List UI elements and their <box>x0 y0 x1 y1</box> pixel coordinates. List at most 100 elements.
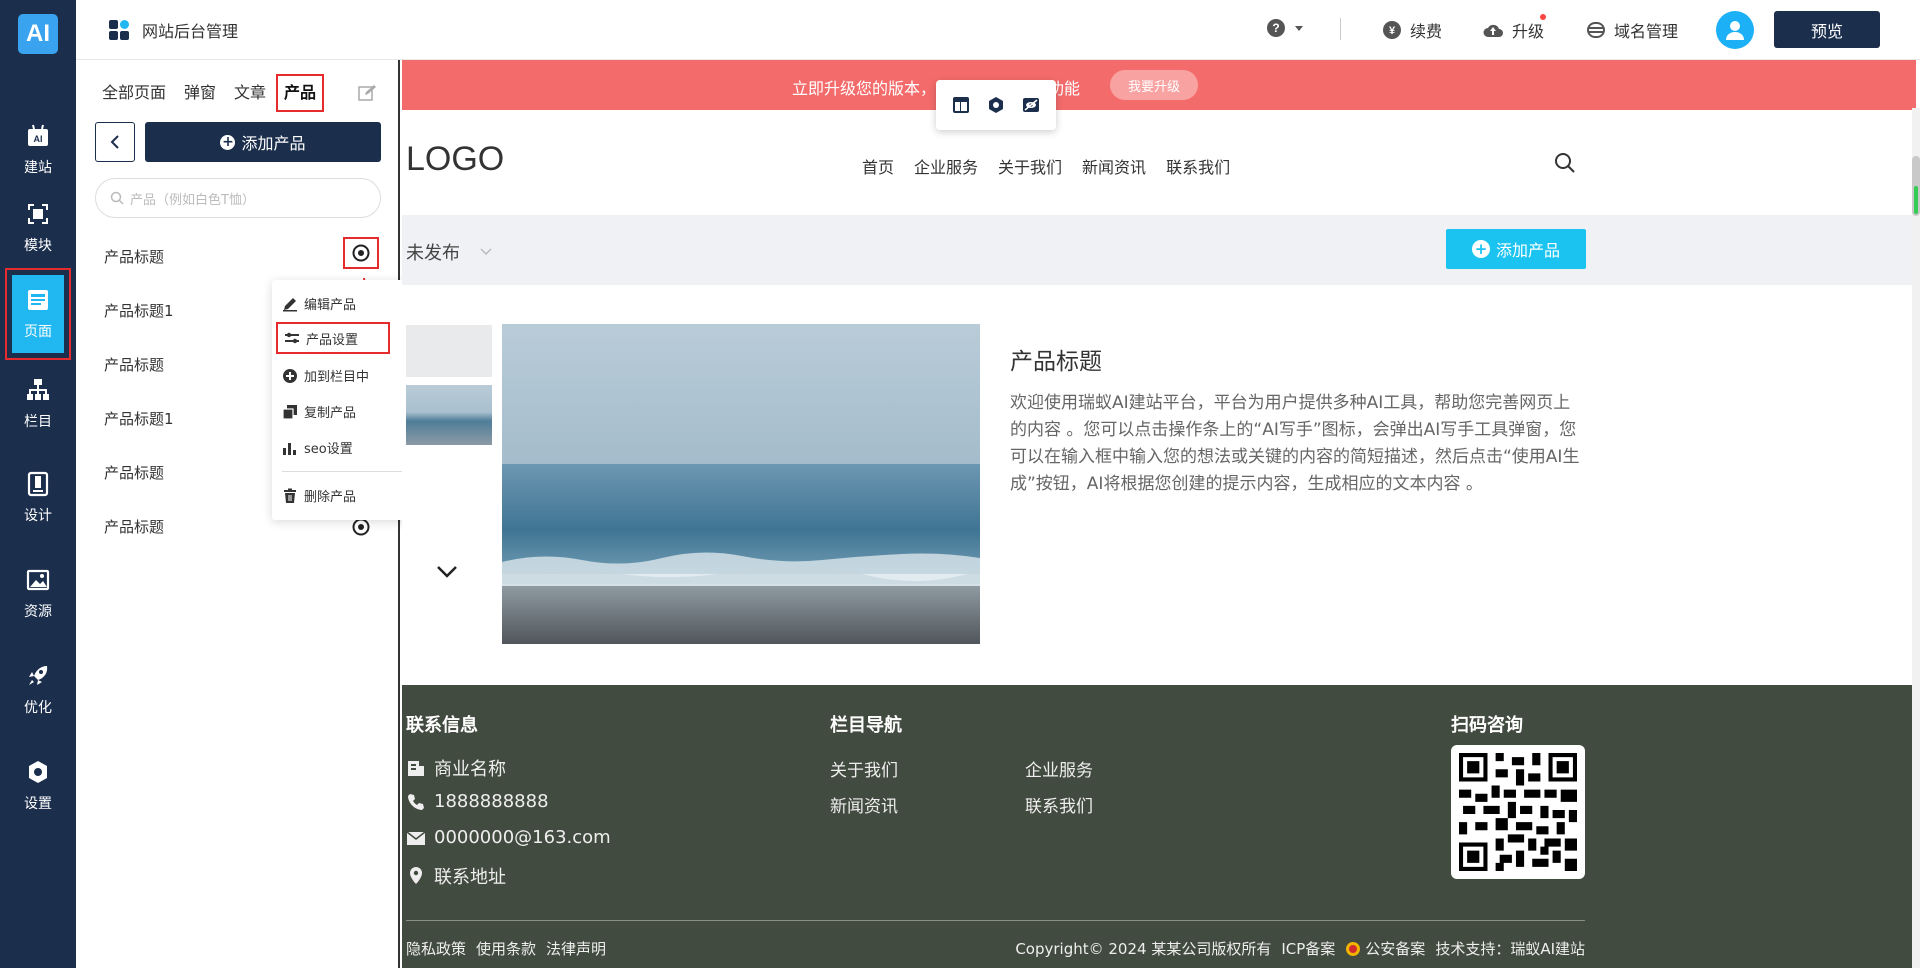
search-placeholder: 产品（例如白色T恤） <box>130 192 255 208</box>
chevron-down-icon[interactable] <box>436 565 458 579</box>
product-settings-trigger[interactable] <box>343 237 379 269</box>
footer-legal-link[interactable]: 使用条款 <box>476 938 536 959</box>
product-title: 产品标题 <box>1010 349 1102 375</box>
thumbnail[interactable] <box>406 325 492 377</box>
rail-item-design[interactable]: 设计 <box>0 458 76 538</box>
search-icon <box>110 191 124 205</box>
settings-circle-icon <box>352 518 370 536</box>
location-pin-icon <box>410 867 422 884</box>
add-product-button[interactable]: + 添加产品 <box>145 122 381 162</box>
footer-legal-link[interactable]: 法律声明 <box>546 938 606 959</box>
rail-label: 模块 <box>24 238 52 254</box>
footer-link[interactable]: 新闻资讯 <box>830 792 898 817</box>
nav-link[interactable]: 关于我们 <box>998 154 1062 178</box>
list-item[interactable]: 产品标题 <box>104 516 164 537</box>
hide-icon[interactable] <box>1021 95 1041 115</box>
status-dropdown[interactable]: 未发布 <box>406 239 492 265</box>
qr-code <box>1451 745 1585 879</box>
app-logo[interactable]: AI <box>18 14 58 54</box>
rocket-icon <box>29 666 48 685</box>
menu-item-edit[interactable]: 编辑产品 <box>282 294 356 313</box>
upgrade-button[interactable]: 升级 <box>1482 14 1546 42</box>
renew-button[interactable]: ¥ 续费 <box>1382 18 1442 42</box>
list-item[interactable]: 产品标题1 <box>104 300 174 321</box>
rail-label: 建站 <box>24 160 52 176</box>
nav-link[interactable]: 新闻资讯 <box>1082 154 1146 178</box>
nav-link[interactable]: 联系我们 <box>1166 154 1230 178</box>
thumbnail[interactable] <box>406 385 492 445</box>
police-link[interactable]: 公安备案 <box>1365 938 1425 959</box>
copyright-text: Copyright© 2024 某某公司版权所有 <box>1015 940 1272 958</box>
add-product-cta[interactable]: + 添加产品 <box>1446 229 1586 269</box>
footer-divider <box>406 920 1585 921</box>
left-rail: AI AI 建站 模块 页面 栏目 设计 资源 优化 设置 <box>0 0 76 968</box>
rail-label: 栏目 <box>24 414 52 430</box>
rail-label: 资源 <box>24 604 52 620</box>
svg-text:AI: AI <box>34 134 43 144</box>
help-dropdown[interactable]: ? <box>1266 18 1312 38</box>
footer-legal-link[interactable]: 隐私政策 <box>406 938 466 959</box>
footer-link[interactable]: 企业服务 <box>1025 756 1093 781</box>
product-subbar: 未发布 + 添加产品 <box>402 215 1916 285</box>
search-icon[interactable] <box>1554 152 1576 174</box>
preview-button[interactable]: 预览 <box>1774 11 1880 48</box>
list-item[interactable]: 产品标题 <box>104 246 164 267</box>
add-product-label: 添加产品 <box>241 134 306 153</box>
footer-link[interactable]: 关于我们 <box>830 756 898 781</box>
menu-item-seo[interactable]: seo设置 <box>282 438 353 457</box>
icp-link[interactable]: ICP备案 <box>1281 938 1335 959</box>
chevron-down-icon <box>480 248 492 256</box>
plus-circle-icon: + <box>220 133 236 150</box>
rail-item-settings[interactable]: 设置 <box>0 746 76 826</box>
upgrade-banner: 立即升级您的版本，以获取所有高级功能 我要升级 <box>402 60 1916 110</box>
rail-item-page[interactable]: 页面 <box>5 268 71 360</box>
back-button[interactable] <box>95 122 135 162</box>
site-canvas: 立即升级您的版本，以获取所有高级功能 我要升级 LOGO 首页 企业服务 关于我… <box>402 60 1916 968</box>
menu-label: 复制产品 <box>304 406 357 421</box>
nav-link[interactable]: 企业服务 <box>914 154 978 178</box>
settings-icon[interactable] <box>986 95 1006 115</box>
caret-down-icon <box>1295 26 1303 31</box>
page-scrollbar-track[interactable] <box>1912 108 1920 968</box>
scroll-indicator <box>1914 186 1918 214</box>
layout-icon[interactable] <box>951 95 971 115</box>
menu-item-add-to-column[interactable]: 加到栏目中 <box>282 366 369 385</box>
site-logo[interactable]: LOGO <box>406 140 504 179</box>
product-description: 欢迎使用瑞蚁AI建站平台，平台为用户提供多种AI工具，帮助您完善网页上的内容 。… <box>1010 393 1580 494</box>
menu-item-product-settings[interactable]: 产品设置 <box>276 322 390 354</box>
notification-dot <box>1540 14 1546 20</box>
address: 联系地址 <box>434 867 506 888</box>
rail-item-module[interactable]: 模块 <box>0 188 76 268</box>
menu-item-delete[interactable]: 删除产品 <box>282 486 356 505</box>
rail-item-resource[interactable]: 资源 <box>0 554 76 634</box>
ai-site-icon: AI <box>28 124 48 146</box>
footer-address: 联系地址 <box>406 863 506 889</box>
footer-copyright: Copyright© 2024 某某公司版权所有 ICP备案 公安备案 技术支持… <box>1005 938 1585 959</box>
domain-management-button[interactable]: 域名管理 <box>1586 18 1678 42</box>
tab-all-pages[interactable]: 全部页面 <box>102 76 166 110</box>
rail-item-build[interactable]: AI 建站 <box>0 110 76 190</box>
bar-chart-icon <box>283 442 296 455</box>
footer-email: 0000000@163.com <box>406 827 611 848</box>
settings-circle-icon <box>352 244 370 262</box>
user-avatar[interactable] <box>1716 11 1754 49</box>
list-item[interactable]: 产品标题 <box>104 462 164 483</box>
tab-popup[interactable]: 弹窗 <box>184 76 216 110</box>
plus-circle-icon <box>283 368 297 383</box>
banner-upgrade-button[interactable]: 我要升级 <box>1110 70 1198 100</box>
nav-link[interactable]: 首页 <box>862 154 894 178</box>
rail-item-column[interactable]: 栏目 <box>0 364 76 444</box>
settings-icon <box>29 761 47 783</box>
support-text: 技术支持：瑞蚁AI建站 <box>1435 940 1585 958</box>
building-icon <box>408 761 424 776</box>
menu-item-copy[interactable]: 复制产品 <box>282 402 356 421</box>
rail-item-optimize[interactable]: 优化 <box>0 650 76 730</box>
list-item[interactable]: 产品标题 <box>104 354 164 375</box>
product-search-input[interactable]: 产品（例如白色T恤） <box>95 178 381 218</box>
tab-article[interactable]: 文章 <box>234 76 266 110</box>
help-icon: ? <box>1267 19 1285 37</box>
list-item[interactable]: 产品标题1 <box>104 408 174 429</box>
footer-link[interactable]: 联系我们 <box>1025 792 1093 817</box>
tab-product[interactable]: 产品 <box>276 74 325 112</box>
edit-icon[interactable] <box>358 84 376 102</box>
